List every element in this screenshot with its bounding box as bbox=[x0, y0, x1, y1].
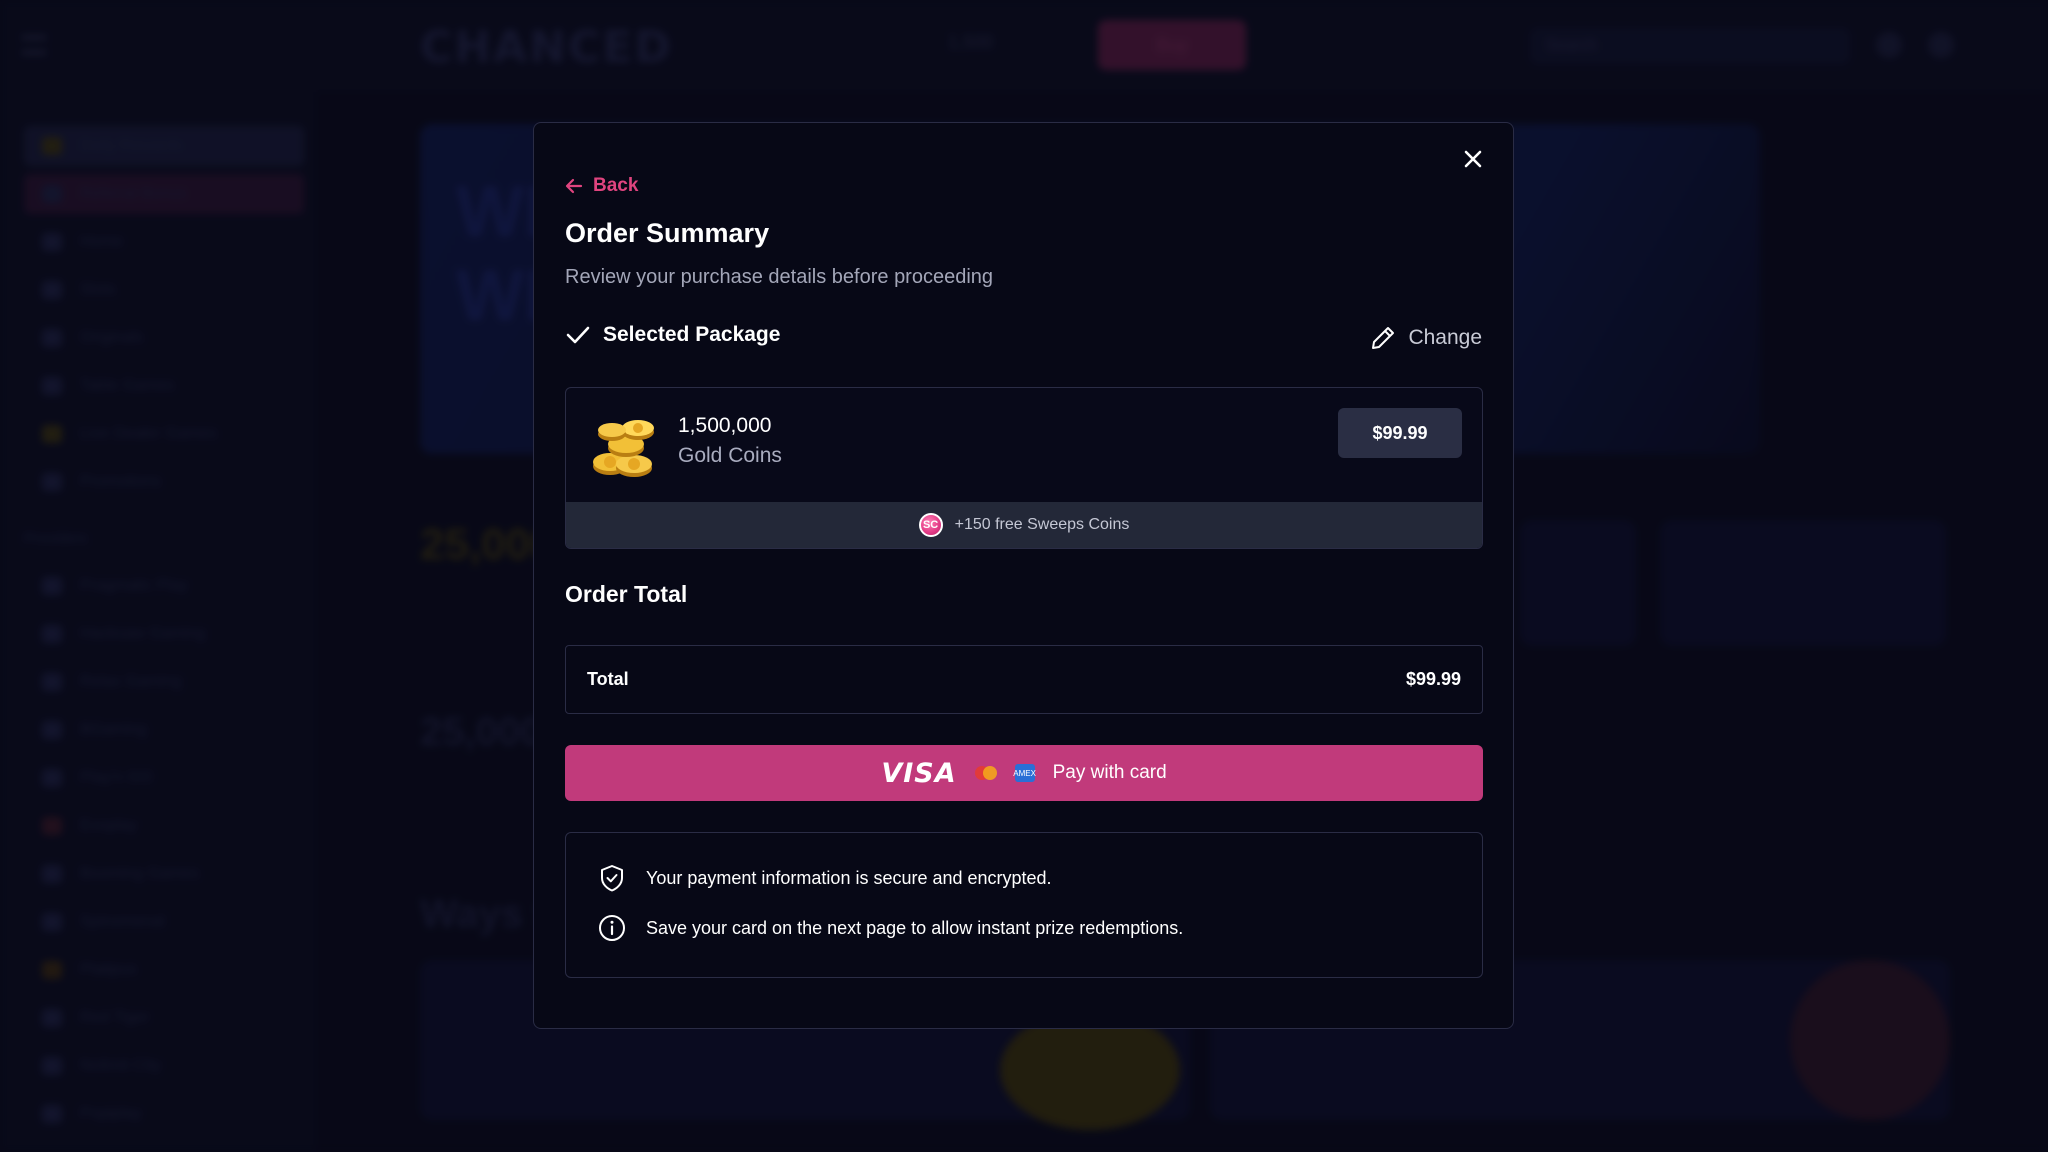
close-button[interactable] bbox=[1459, 145, 1487, 173]
package-card[interactable]: 1,500,000 Gold Coins $99.99 SC +150 free… bbox=[565, 387, 1483, 549]
shield-check-icon bbox=[601, 865, 623, 892]
check-icon bbox=[566, 326, 590, 344]
secure-text: Your payment information is secure and e… bbox=[646, 867, 1052, 888]
back-link[interactable]: Back bbox=[565, 175, 638, 197]
total-label: Total bbox=[587, 669, 629, 689]
package-price-button[interactable]: $99.99 bbox=[1338, 408, 1462, 458]
package-name: Gold Coins bbox=[678, 444, 782, 467]
amex-logo-icon: AMEX bbox=[1013, 764, 1036, 782]
pay-with-card-button[interactable]: VISA AMEX Pay with card bbox=[565, 745, 1483, 801]
pencil-icon bbox=[1372, 327, 1395, 349]
pay-button-label: Pay with card bbox=[1052, 762, 1167, 783]
sweeps-coin-icon: SC bbox=[918, 513, 943, 537]
security-info-box: Your payment information is secure and e… bbox=[565, 832, 1483, 978]
gold-coins-icon bbox=[593, 420, 654, 477]
modal-title: Order Summary bbox=[565, 218, 770, 248]
save-card-text: Save your card on the next page to allow… bbox=[646, 917, 1184, 938]
bonus-text: +150 free Sweeps Coins bbox=[954, 516, 1130, 533]
save-card-row: Save your card on the next page to allow… bbox=[598, 914, 1183, 942]
secure-row: Your payment information is secure and e… bbox=[598, 863, 1052, 893]
back-label: Back bbox=[593, 175, 639, 196]
bonus-bar: SC +150 free Sweeps Coins bbox=[566, 502, 1482, 548]
close-icon bbox=[1464, 150, 1482, 168]
selected-package-label: Selected Package bbox=[603, 323, 781, 346]
visa-logo-icon: VISA bbox=[881, 757, 957, 789]
order-summary-modal: Back Order Summary Review your purchase … bbox=[533, 122, 1514, 1029]
package-amount: 1,500,000 bbox=[678, 414, 772, 437]
arrow-left-icon bbox=[565, 178, 583, 194]
mastercard-logo-icon bbox=[974, 766, 997, 780]
order-total-heading: Order Total bbox=[565, 581, 688, 607]
modal-subtitle: Review your purchase details before proc… bbox=[565, 266, 994, 288]
app-page: CHANCED 1,500 Buy Search Daily Rewards R… bbox=[0, 0, 2048, 1152]
total-row: Total $99.99 bbox=[565, 645, 1483, 714]
change-label: Change bbox=[1408, 326, 1482, 349]
change-button[interactable]: Change bbox=[1368, 323, 1482, 353]
total-value: $99.99 bbox=[1405, 669, 1461, 689]
selected-package-heading: Selected Package bbox=[565, 323, 780, 347]
info-icon bbox=[599, 915, 625, 941]
